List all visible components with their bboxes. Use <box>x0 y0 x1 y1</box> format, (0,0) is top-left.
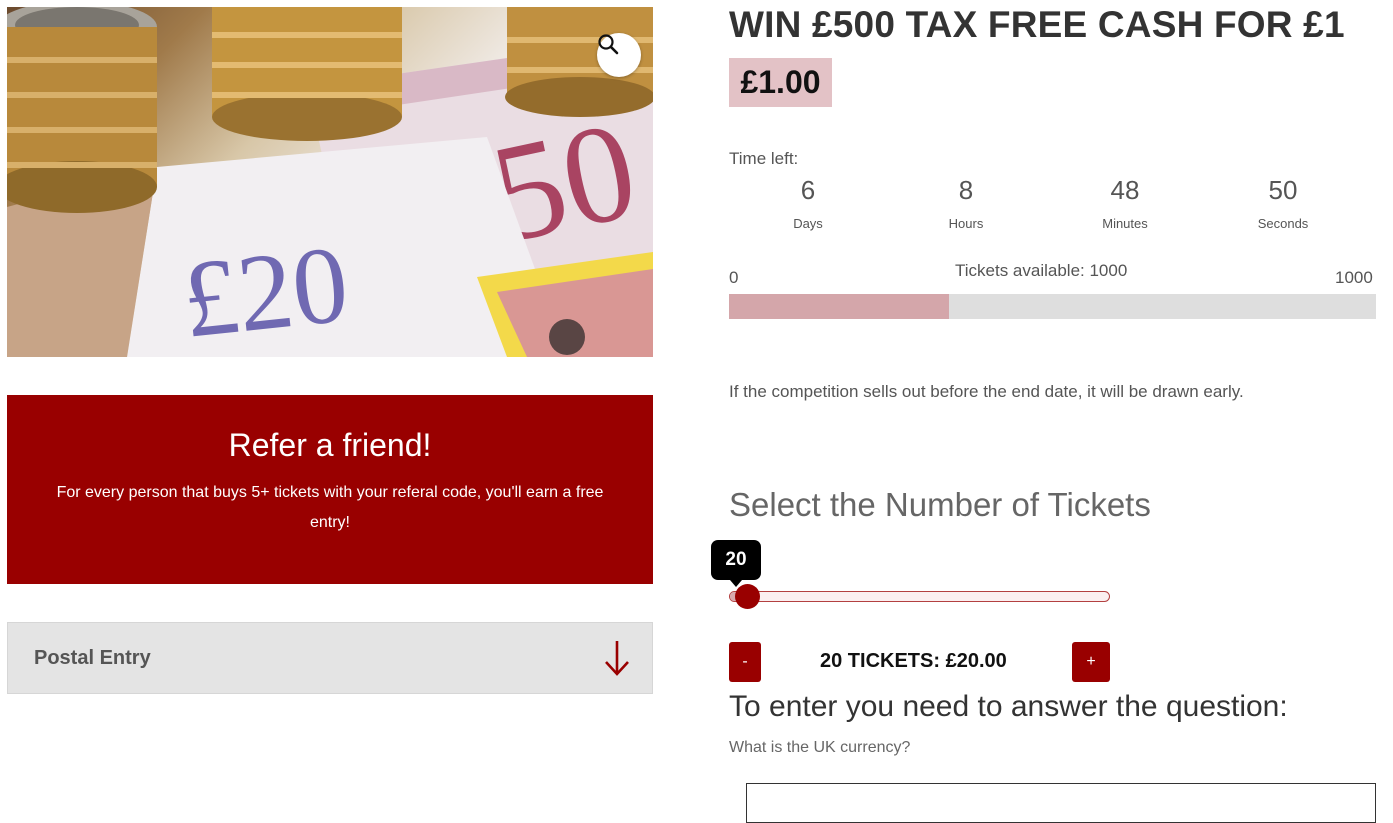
increase-tickets-button[interactable]: + <box>1072 642 1110 682</box>
countdown-seconds-value: 50 <box>1268 175 1298 205</box>
svg-text:£20: £20 <box>177 222 354 357</box>
ticket-slider-track[interactable] <box>729 591 1110 602</box>
arrow-down-icon <box>605 641 629 676</box>
zoom-button[interactable] <box>597 33 641 77</box>
tickets-available-label: Tickets available: 1000 <box>955 261 1128 280</box>
question-text: What is the UK currency? <box>729 739 911 756</box>
countdown-minutes: 48 Minutes <box>1065 174 1185 231</box>
countdown-minutes-value: 48 <box>1110 175 1140 205</box>
refer-a-friend-banner: Refer a friend! For every person that bu… <box>7 395 653 584</box>
countdown-days: 6 Days <box>748 174 868 231</box>
product-title: WIN £500 TAX FREE CASH FOR £1 <box>729 4 1345 45</box>
decrease-tickets-button[interactable]: - <box>729 642 761 682</box>
product-image[interactable]: £50 £20 <box>7 7 653 357</box>
countdown-seconds-label: Seconds <box>1257 216 1309 231</box>
countdown-seconds: 50 Seconds <box>1223 174 1343 231</box>
countdown-hours-value: 8 <box>958 175 974 205</box>
time-left-label: Time left: <box>729 149 799 168</box>
cash-banknotes-coins-illustration: £50 £20 <box>7 7 653 357</box>
postal-entry-label: Postal Entry <box>34 646 151 669</box>
sellout-notice: If the competition sells out before the … <box>729 382 1244 401</box>
answer-input[interactable] <box>746 783 1376 823</box>
refer-title: Refer a friend! <box>228 427 432 463</box>
ticket-slider-handle[interactable] <box>735 584 760 609</box>
search-icon <box>598 34 619 55</box>
tickets-progress-fill <box>729 294 949 319</box>
tickets-progress-bar <box>729 294 1376 319</box>
tickets-max-label: 1000 <box>1335 268 1373 287</box>
product-price: £1.00 <box>729 58 832 107</box>
ticket-total-label: 20 TICKETS: £20.00 <box>820 650 1007 672</box>
countdown-days-label: Days <box>793 216 823 231</box>
countdown-hours-label: Hours <box>948 216 984 231</box>
countdown-days-value: 6 <box>800 175 816 205</box>
refer-description: For every person that buys 5+ tickets wi… <box>56 484 604 531</box>
select-tickets-heading: Select the Number of Tickets <box>729 486 1151 523</box>
postal-entry-toggle[interactable]: Postal Entry <box>7 622 653 694</box>
slider-value-tooltip: 20 <box>711 540 761 587</box>
countdown-hours: 8 Hours <box>906 174 1026 231</box>
countdown-minutes-label: Minutes <box>1102 216 1148 231</box>
question-heading: To enter you need to answer the question… <box>729 690 1288 723</box>
tickets-min-label: 0 <box>729 268 739 287</box>
